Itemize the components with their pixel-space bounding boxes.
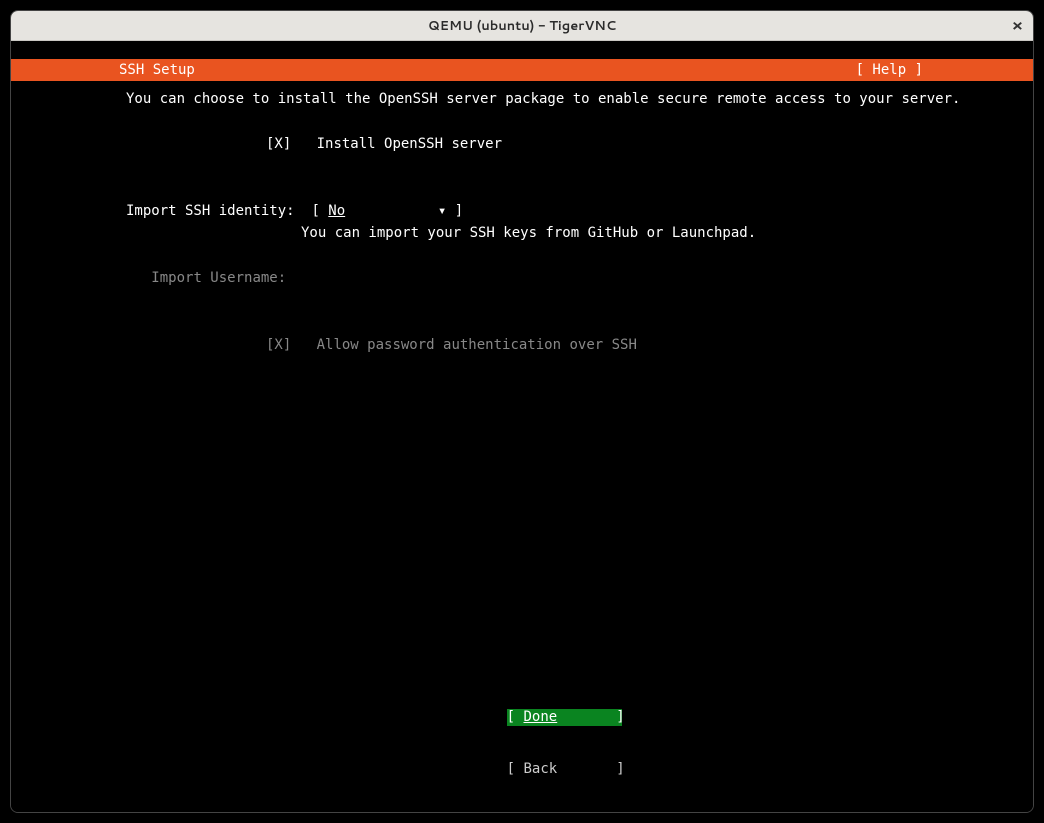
window-frame: QEMU (ubuntu) - TigerVNC × SSH Setup [ H… xyxy=(10,10,1034,813)
import-username-row: Import Username: xyxy=(11,267,1033,289)
import-identity-dropdown[interactable]: [ No ▾ ] xyxy=(311,203,463,219)
install-openssh-row: [X] Install OpenSSH server xyxy=(11,133,1033,155)
allow-password-label: Allow password authentication over SSH xyxy=(317,337,637,353)
done-button[interactable]: [ Done ] xyxy=(507,709,622,727)
import-identity-label: Import SSH identity: xyxy=(126,203,295,219)
page-title: SSH Setup xyxy=(119,62,195,78)
spacer-line xyxy=(11,110,1033,132)
import-identity-hint-row: You can import your SSH keys from GitHub… xyxy=(11,222,1033,244)
spacer-line xyxy=(11,155,1033,177)
install-openssh-checkbox[interactable]: [X] xyxy=(266,136,291,152)
allow-password-checkbox[interactable]: [X] xyxy=(266,337,291,353)
import-username-label: Import Username: xyxy=(151,270,286,286)
content-area: You can choose to install the OpenSSH se… xyxy=(11,81,1033,812)
install-openssh-label: Install OpenSSH server xyxy=(317,136,502,152)
window-title: QEMU (ubuntu) - TigerVNC xyxy=(428,17,616,35)
allow-password-row: [X] Allow password authentication over S… xyxy=(11,334,1033,356)
spacer xyxy=(11,41,1033,59)
back-button[interactable]: [ Back ] xyxy=(507,761,622,779)
import-identity-hint: You can import your SSH keys from GitHub… xyxy=(301,225,756,241)
spacer-line xyxy=(11,312,1033,334)
page-header: SSH Setup [ Help ] xyxy=(11,59,1033,81)
spacer-line xyxy=(11,245,1033,267)
import-identity-row: Import SSH identity: [ No ▾ ] xyxy=(11,200,1033,222)
app-area: SSH Setup [ Help ] You can choose to ins… xyxy=(11,41,1033,812)
spacer-line xyxy=(11,178,1033,200)
footer-buttons: [ Done ] [ Back ] xyxy=(11,691,1033,796)
close-icon[interactable]: × xyxy=(1012,18,1023,34)
spacer-line xyxy=(11,290,1033,312)
intro-text: You can choose to install the OpenSSH se… xyxy=(11,88,1033,110)
titlebar[interactable]: QEMU (ubuntu) - TigerVNC × xyxy=(11,11,1033,41)
help-button[interactable]: [ Help ] xyxy=(856,62,923,78)
